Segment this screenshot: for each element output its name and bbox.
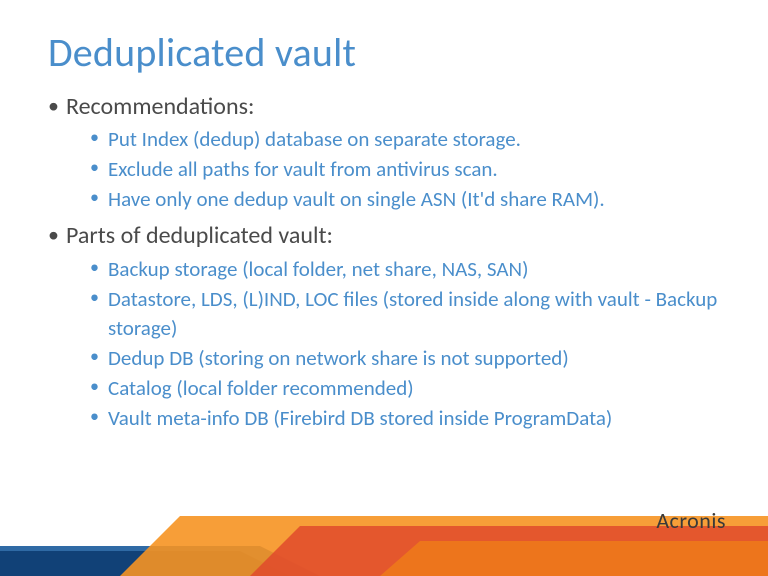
list-item: Have only one dedup vault on single ASN … — [90, 185, 720, 214]
list-item: Dedup DB (storing on network share is no… — [90, 344, 720, 373]
list-item: Backup storage (local folder, net share,… — [90, 255, 720, 284]
sub-list: Put Index (dedup) database on separate s… — [48, 125, 720, 214]
sub-list: Backup storage (local folder, net share,… — [48, 255, 720, 433]
list-item: Vault meta-info DB (Firebird DB stored i… — [90, 404, 720, 433]
list-item: Put Index (dedup) database on separate s… — [90, 125, 720, 154]
list-item: Datastore, LDS, (L)IND, LOC files (store… — [90, 285, 720, 343]
content-list: Recommendations: Put Index (dedup) datab… — [48, 91, 720, 433]
list-item: Catalog (local folder recommended) — [90, 374, 720, 403]
footer-decoration — [0, 516, 768, 576]
slide-title: Deduplicated vault — [48, 28, 720, 77]
list-item: Exclude all paths for vault from antivir… — [90, 155, 720, 184]
section-heading: Recommendations: — [48, 91, 720, 123]
section-heading: Parts of deduplicated vault: — [48, 220, 720, 252]
brand-logo: Acronis — [656, 507, 726, 534]
slide: Deduplicated vault Recommendations: Put … — [0, 0, 768, 576]
